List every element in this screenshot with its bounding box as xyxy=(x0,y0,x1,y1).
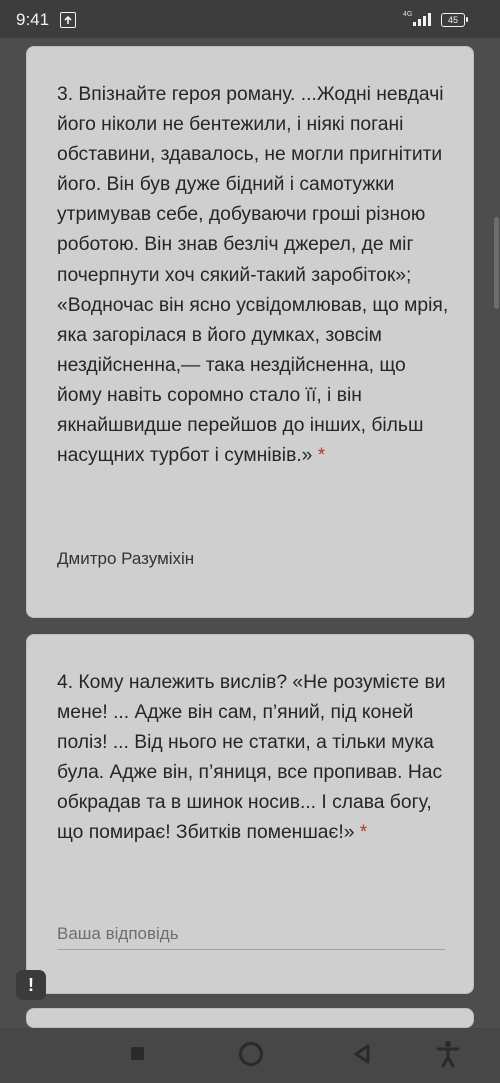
network-type-label: 4G xyxy=(403,11,413,18)
battery-tip xyxy=(466,17,468,22)
next-question-card xyxy=(26,1008,474,1028)
required-marker: * xyxy=(317,445,326,467)
question-title: 3. Впізнайте героя роману. ...Жодні невд… xyxy=(57,84,449,467)
status-time: 9:41 xyxy=(16,10,50,29)
system-navigation-bar xyxy=(0,1028,500,1083)
answer-text-field[interactable]: Ваша відповідь xyxy=(57,924,179,944)
recent-apps-icon[interactable] xyxy=(131,1047,144,1060)
question-card: 3. Впізнайте героя роману. ...Жодні невд… xyxy=(26,46,474,618)
question-text: 4. Кому належить вислів? «Не розумієте в… xyxy=(57,668,449,849)
home-icon[interactable] xyxy=(239,1042,263,1066)
question-text: 3. Впізнайте героя роману. ...Жодні невд… xyxy=(57,80,449,471)
required-marker: * xyxy=(359,822,368,844)
answer-text-field[interactable]: Дмитро Разуміхін xyxy=(57,549,194,569)
back-icon[interactable] xyxy=(353,1044,371,1069)
scrollbar-thumb[interactable] xyxy=(494,217,499,309)
upload-icon xyxy=(60,12,76,28)
status-bar: 9:41 4G 45 xyxy=(0,0,500,38)
signal-strength-icon xyxy=(412,11,434,32)
question-card: 4. Кому належить вислів? «Не розумієте в… xyxy=(26,634,474,994)
accessibility-icon[interactable] xyxy=(436,1040,460,1073)
battery-level: 45 xyxy=(447,15,458,25)
battery-icon: 45 xyxy=(441,13,465,27)
report-problem-button[interactable]: ! xyxy=(16,970,46,1000)
answer-underline xyxy=(57,949,445,950)
question-title: 4. Кому належить вислів? «Не розумієте в… xyxy=(57,672,446,844)
